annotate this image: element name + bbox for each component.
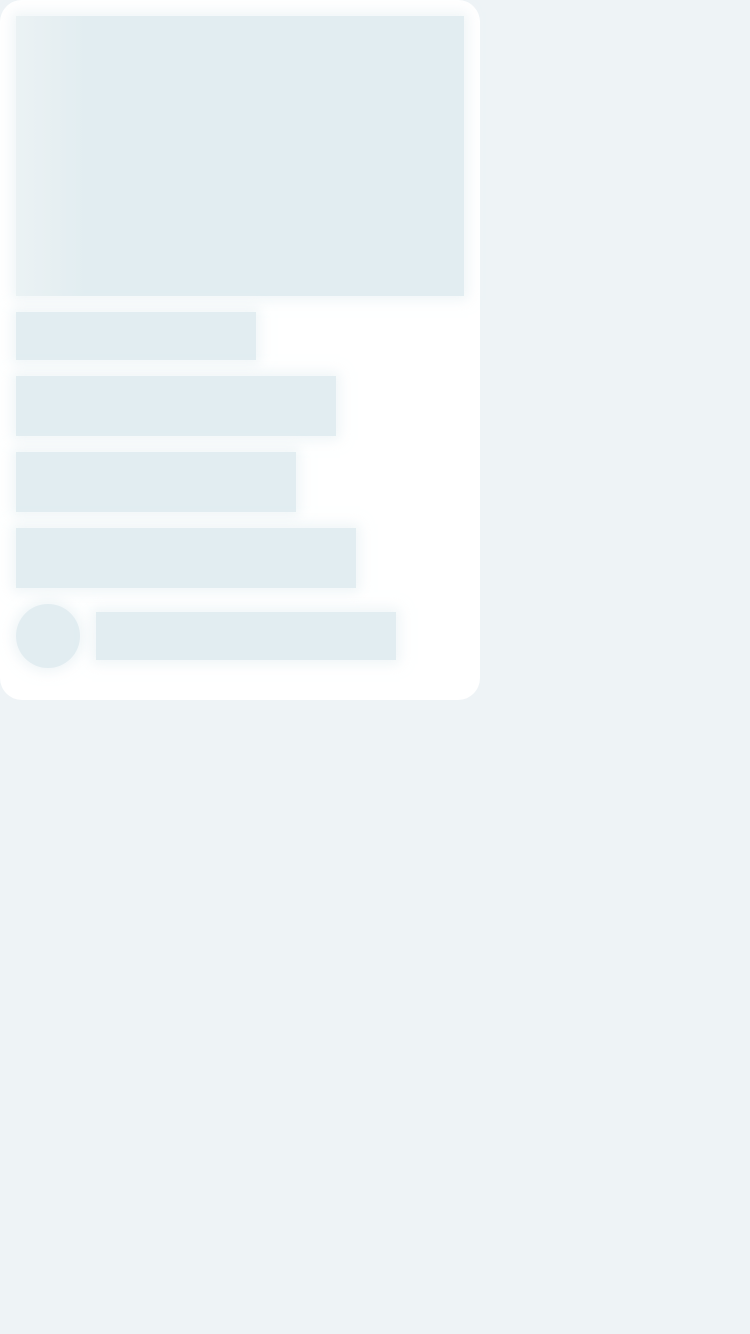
image-placeholder [16, 16, 464, 296]
author-name-placeholder [96, 612, 396, 660]
page: { "state": "loading", "colors": { "page_… [0, 0, 750, 1334]
avatar-placeholder [16, 604, 80, 668]
title-placeholder [16, 312, 256, 360]
text-line-placeholder [16, 452, 296, 512]
text-line-placeholder [16, 528, 356, 588]
skeleton-card [0, 0, 480, 700]
text-line-placeholder [16, 376, 336, 436]
